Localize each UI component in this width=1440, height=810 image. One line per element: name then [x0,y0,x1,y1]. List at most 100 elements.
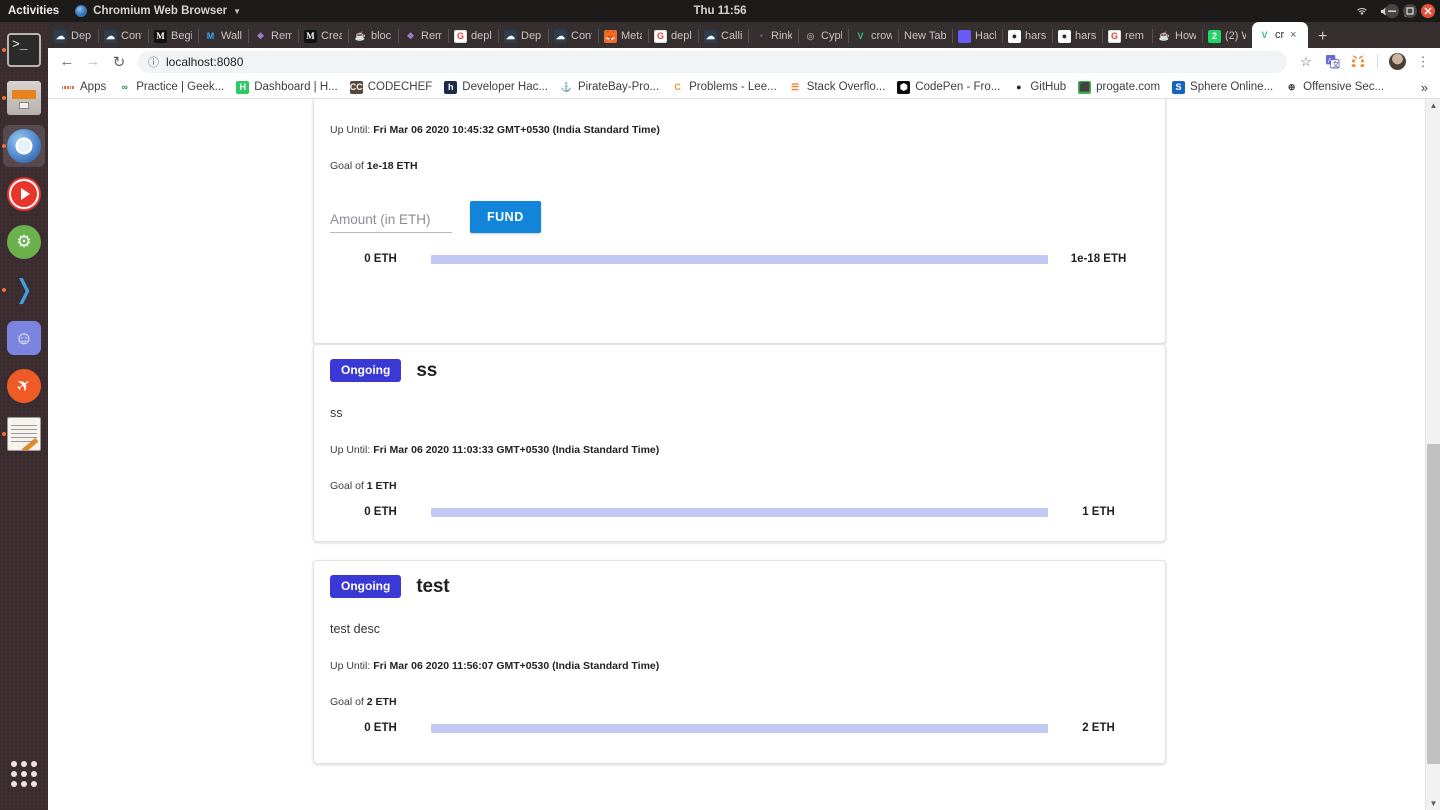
scrollbar-thumb[interactable] [1427,444,1440,764]
bookmark-item[interactable]: h Developer Hac... [438,79,554,96]
show-applications-button[interactable] [0,750,48,798]
campaign-progress: 0 ETH 1 ETH [314,492,1165,532]
dock-item-postman[interactable]: ✈ [0,362,48,410]
dock-item-discord[interactable]: ☺ [0,314,48,362]
terminal-icon: >_ [7,33,41,67]
android-studio-icon: ⚙ [7,225,41,259]
tab-label: Conf [571,30,592,42]
reload-button[interactable]: ↻ [106,49,132,75]
browser-tab[interactable]: ☁ Conf [548,24,598,48]
progress-bar [431,507,1048,517]
chromium-window: ☁ Dep ☁ Conf M Begi M Wall ❖ Rem M Crea ☕ bloc ❖ Rem Gde… [48,22,1440,810]
metamask-extension-icon[interactable] [1347,51,1369,73]
bookmark-item[interactable]: C Problems - Lee... [665,79,783,96]
bookmark-star-icon[interactable]: ☆ [1295,51,1317,73]
toolbar-divider [1377,54,1378,69]
browser-tab[interactable]: ☁ Dep [498,24,548,48]
bookmark-item[interactable]: ☰ Stack Overflo... [783,79,892,96]
back-button[interactable]: ← [54,49,80,75]
bookmark-item[interactable]: CC CODECHEF [344,79,439,96]
dock-item-android-studio[interactable]: ⚙ [0,218,48,266]
tab-close-icon[interactable]: × [1290,29,1296,41]
bookmark-item[interactable]: Apps [56,79,112,96]
cp-favicon-icon: ⬢ [897,80,911,94]
info-circle-icon[interactable]: ⓘ [148,54,159,70]
apps-favicon-icon [62,81,75,94]
browser-tab[interactable]: ☁ Dep [48,24,98,48]
bookmark-label: CodePen - Fro... [915,81,1001,93]
browser-tab[interactable]: ❖ Rem [398,24,448,48]
browser-tab[interactable]: ● hars [1052,24,1102,48]
dock-item-media-player[interactable] [0,170,48,218]
address-bar[interactable]: ⓘ localhost:8080 [138,50,1287,73]
browser-tab[interactable]: Hack [952,24,1002,48]
goal-label: Goal of [330,160,364,173]
target-amount: 2 ETH [1082,722,1115,735]
profile-avatar[interactable] [1386,51,1408,73]
browser-tab[interactable]: ❖ Rem [248,24,298,48]
scroll-down-arrow[interactable]: ▼ [1426,797,1440,810]
bookmark-item[interactable]: ⬛ progate.com [1072,79,1166,96]
window-controls[interactable] [1380,0,1438,22]
bookmark-item[interactable]: H Dashboard | H... [230,79,344,96]
bookmark-item[interactable]: ⊕ Offensive Sec... [1279,79,1390,96]
dock-item-terminal[interactable]: >_ [0,26,48,74]
browser-tab[interactable]: Vcr × [1252,22,1308,48]
browser-tab[interactable]: ☁ Conf [98,24,148,48]
browser-tab[interactable]: ☁ Calli [698,24,748,48]
dock-item-files[interactable] [0,74,48,122]
browser-tab[interactable]: New Tab [898,24,952,48]
amount-input[interactable] [330,210,452,234]
bookmark-label: PirateBay-Pro... [577,81,660,93]
browser-tab[interactable]: 2 (2) W [1202,24,1252,48]
bookmark-item[interactable]: ⚓ PirateBay-Pro... [554,79,665,96]
campaign-description: fwf [330,99,1149,100]
bookmark-label: progate.com [1096,81,1161,93]
msg-favicon-icon: M [206,30,215,41]
dock-item-text-editor[interactable] [0,410,48,458]
activities-button[interactable]: Activities [8,5,59,17]
bookmark-item[interactable]: S Sphere Online... [1166,79,1279,96]
dh-favicon-icon: h [444,80,458,94]
browser-tab[interactable]: Gdepl [448,24,498,48]
bookmark-item[interactable]: ⬢ CodePen - Fro... [891,79,1006,96]
browser-tab[interactable]: M Begi [148,24,198,48]
page-scrollbar[interactable]: ▲ ▼ [1425,99,1440,810]
chrome-menu-button[interactable]: ⋮ [1412,51,1434,73]
tab-label: Cyph [821,30,842,42]
browser-tab[interactable]: ☕ bloc [348,24,398,48]
ubuntu-dock: >_ ⚙ ❭ ☺ ✈ [0,22,48,810]
gh-favicon-icon: ● [1008,29,1021,43]
scroll-up-arrow[interactable]: ▲ [1426,99,1440,112]
translate-extension-icon[interactable]: A 文 [1321,51,1343,73]
campaign-progress: 0 ETH 1e-18 ETH [314,239,1165,279]
browser-tab[interactable]: Vcrow [848,24,898,48]
bookmark-label: Practice | Geek... [136,81,225,93]
app-menu-button[interactable]: Chromium Web Browser ▼ [75,5,241,17]
bookmark-label: Offensive Sec... [1303,81,1385,93]
browser-tab[interactable]: M Crea [298,24,348,48]
browser-tab[interactable]: ● hars [1002,24,1052,48]
browser-tab[interactable]: ◎ Cyph [798,24,848,48]
fund-button[interactable]: FUND [470,201,541,234]
campaign-card: Ongoing ss ss Up Until: Fri Mar 06 2020 11:… [313,344,1166,542]
browser-tab[interactable]: ☕ How [1152,24,1202,48]
bookmark-item[interactable]: ∞ Practice | Geek... [112,79,230,96]
status-badge: Ongoing [330,575,402,599]
goal-value: 2 ETH [366,696,397,709]
tab-label: Rink [771,30,792,42]
browser-tab[interactable]: Grem [1102,24,1152,48]
so-favicon-icon: ☰ [791,81,800,92]
tab-label: (2) W [1225,30,1246,42]
browser-tab[interactable]: M Wall [198,24,248,48]
new-tab-button[interactable]: + [1308,29,1337,48]
browser-tab[interactable]: ◔ Rink [748,24,798,48]
text-editor-icon [7,417,41,451]
bookmark-item[interactable]: ● GitHub [1006,79,1072,96]
browser-tab[interactable]: Gdepl [648,24,698,48]
forward-button[interactable]: → [80,49,106,75]
browser-tab[interactable]: 🦊 Meta [598,24,648,48]
dock-item-chromium[interactable] [0,122,48,170]
dock-item-vs-code[interactable]: ❭ [0,266,48,314]
bookmarks-overflow-button[interactable]: » [1421,80,1432,95]
